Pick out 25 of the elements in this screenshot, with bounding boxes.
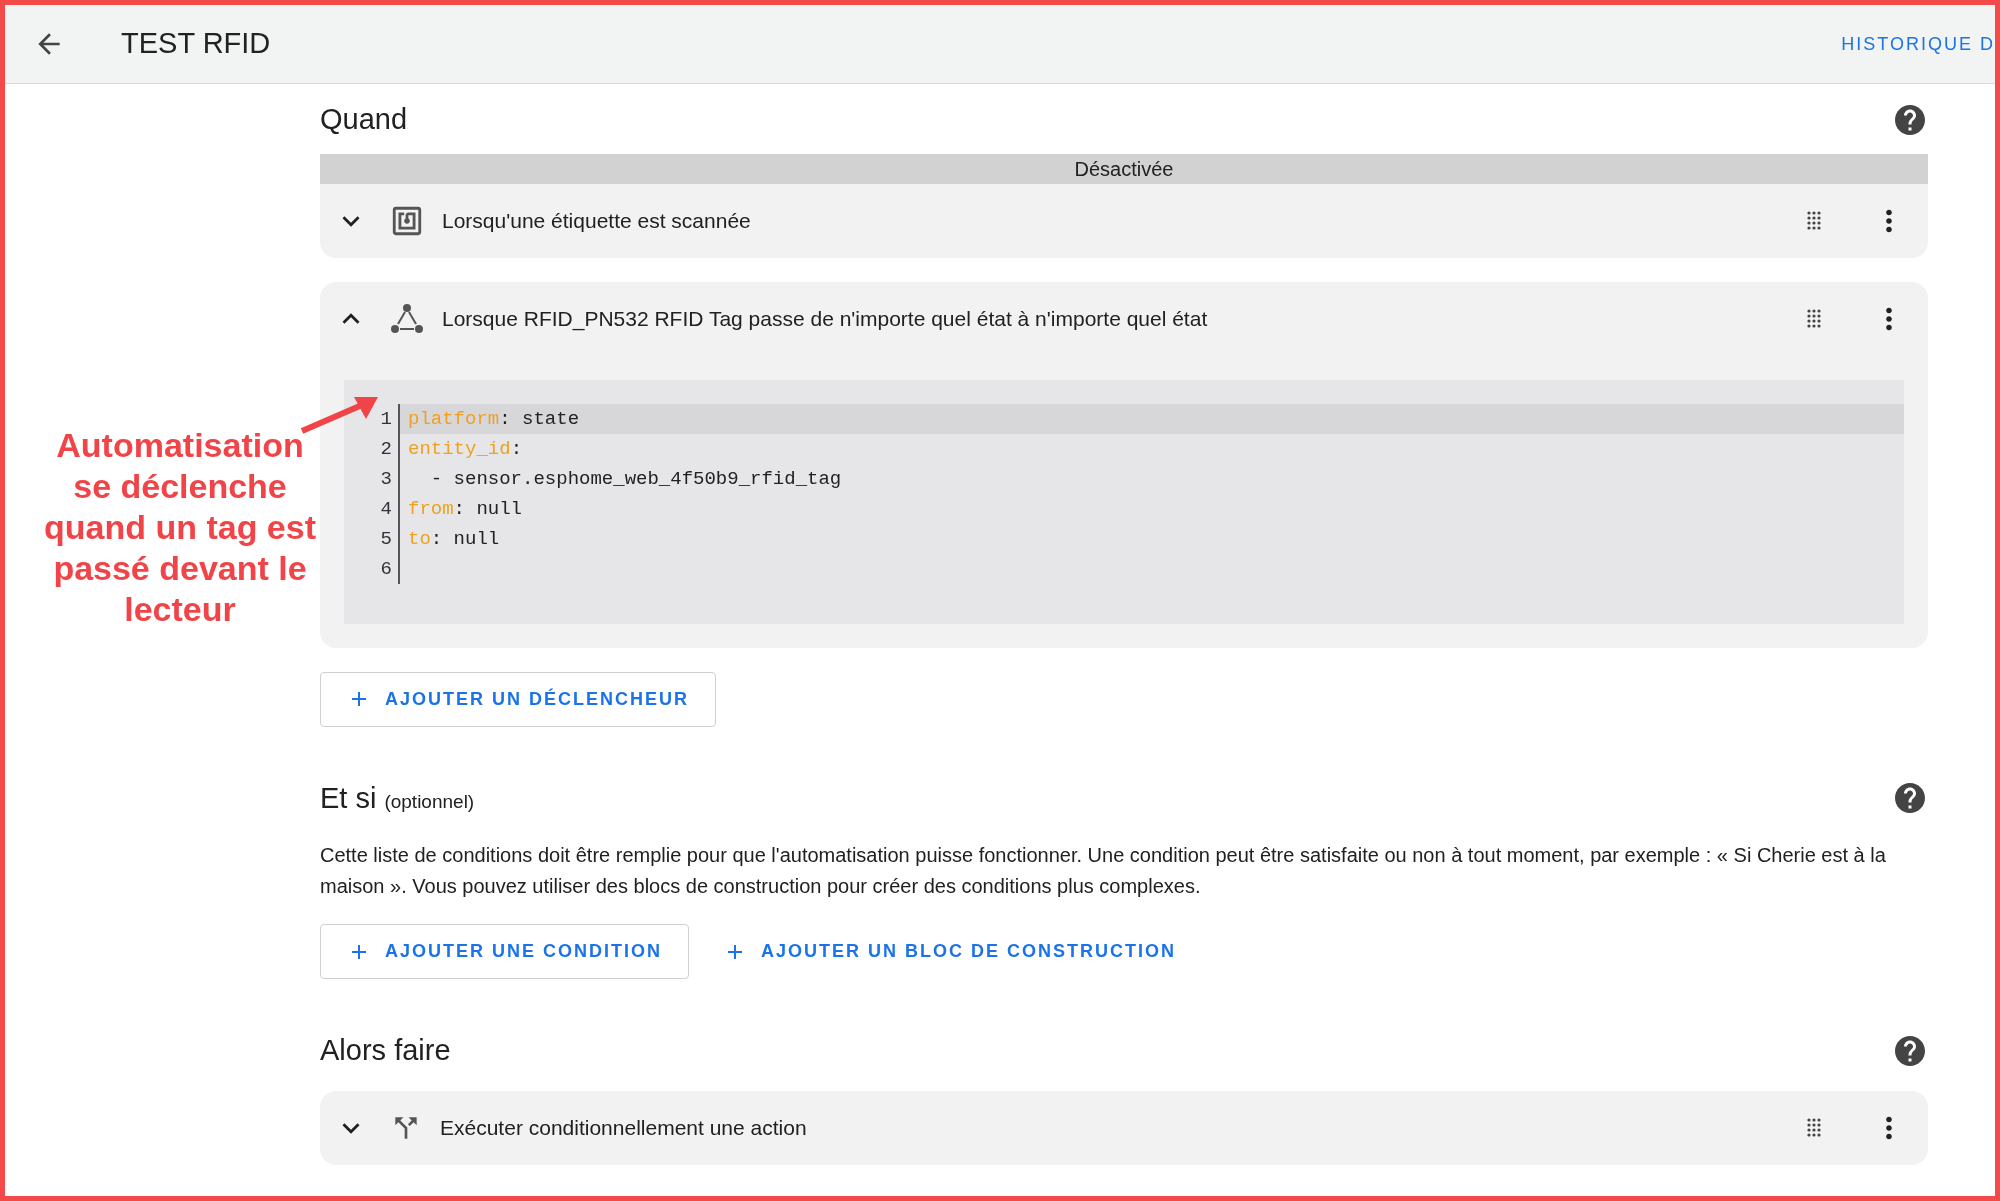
code-text: platform: state [400, 403, 1904, 434]
add-button[interactable]: AJOUTER UN BLOC DE CONSTRUCTION [697, 924, 1203, 979]
trigger-title: Exécuter conditionnellement une action [440, 1114, 807, 1141]
section-title: Alors faire [320, 1033, 451, 1068]
page-title: TEST RFID [121, 26, 271, 62]
disabled-banner: Désactivée [320, 153, 1928, 184]
code-text: to: null [407, 526, 501, 552]
add-button[interactable]: AJOUTER UN DÉCLENCHEUR [320, 671, 716, 727]
history-link[interactable]: HISTORIQUE D [1841, 30, 1995, 58]
code-text: from: null [407, 496, 524, 522]
annotation-text: Automatisation se déclenche quand un tag est passé devant le lecteur [43, 425, 317, 630]
code-text: entity_id: [407, 436, 524, 462]
drag-handle-icon[interactable] [1806, 1118, 1822, 1137]
trigger-title: Lorsque RFID_PN532 RFID Tag passe de n'importe quel état à n'importe quel état [442, 305, 1208, 333]
section-title: Quand [320, 102, 408, 137]
section-subtitle: (optionnel) [384, 789, 475, 814]
drag-handle-icon[interactable] [1806, 309, 1822, 328]
conditions-description: Cette liste de conditions doit être remplie pour que l'automatisation puisse fonctionner. Une condition peut être satisfaite ou non à tout moment, par exemple : « Si Cherie est à la maison ». Vous pouvez utiliser des blocs de construction pour créer des conditions plus complexes. [320, 843, 1887, 899]
nodes-icon [390, 302, 424, 335]
drag-handle-icon[interactable] [1806, 211, 1822, 230]
section-title: Et si [320, 780, 377, 816]
trigger-title: Lorsqu'une étiquette est scannée [442, 207, 751, 234]
code-editor[interactable]: 1 platform: state 2 entity_id: 3 - sensor.esphome_web_4f50b9_rfid_tag 4 from: null 5 to: null 6 [344, 379, 1904, 624]
add-button[interactable]: AJOUTER UNE CONDITION [320, 924, 689, 979]
code-text: - sensor.esphome_web_4f50b9_rfid_tag [429, 466, 843, 492]
